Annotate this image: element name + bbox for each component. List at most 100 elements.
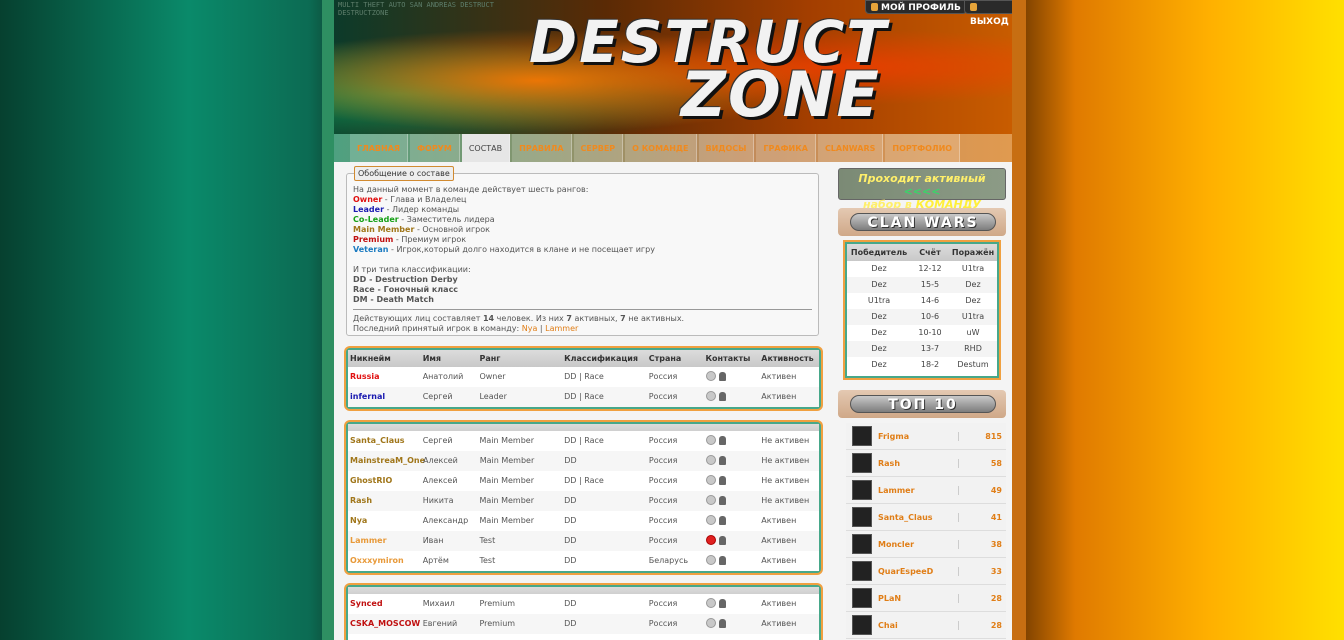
skype-icon[interactable] xyxy=(705,371,716,381)
profile-icon[interactable] xyxy=(718,619,726,628)
player-name-link[interactable]: PLaN xyxy=(878,594,958,603)
player-score: 41 xyxy=(958,512,1004,522)
rank-desc: - Основной игрок xyxy=(414,225,490,234)
nickname-link[interactable]: Rash xyxy=(348,491,423,511)
top10-row: Frigma 815 xyxy=(846,423,1006,450)
profile-icon[interactable] xyxy=(718,516,726,525)
loser: Dez xyxy=(965,296,981,305)
nav-server[interactable]: СЕРВЕР xyxy=(573,134,624,162)
rank: Main Member xyxy=(479,456,535,465)
avatar[interactable] xyxy=(852,480,872,500)
player-link[interactable]: Lammer xyxy=(545,324,578,333)
skype-icon[interactable] xyxy=(705,455,716,465)
nickname-link[interactable]: Russia xyxy=(348,367,423,387)
avatar[interactable] xyxy=(852,453,872,473)
table-body: Russia Анатолий Owner DD | Race Россия Активе… xyxy=(348,367,819,407)
skype-icon[interactable] xyxy=(705,475,716,485)
profile-icon[interactable] xyxy=(718,392,726,401)
avatar[interactable] xyxy=(852,426,872,446)
skype-icon[interactable] xyxy=(705,391,716,401)
profile-icon[interactable] xyxy=(718,456,726,465)
nav-roster[interactable]: СОСТАВ xyxy=(461,134,511,162)
profile-icon[interactable] xyxy=(718,496,726,505)
player-name-link[interactable]: Moncler xyxy=(878,540,958,549)
avatar[interactable] xyxy=(852,615,872,635)
player-name-link[interactable]: Rash xyxy=(878,459,958,468)
rank: Premium xyxy=(479,619,516,628)
real-name: Александр xyxy=(422,516,469,525)
top10-list: Frigma 815 Rash 58 Lammer 49 Santa_Claus 41 Monc… xyxy=(846,423,1006,639)
table-row: Russia Анатолий Owner DD | Race Россия Активе… xyxy=(348,367,819,387)
player-name-link[interactable]: Chai xyxy=(878,621,958,630)
country: Россия xyxy=(648,392,678,401)
nav-rules[interactable]: ПРАВИЛА xyxy=(512,134,572,162)
real-name: Анатолий xyxy=(422,372,464,381)
classification: DD | Race xyxy=(564,436,604,445)
player-score: 28 xyxy=(958,620,1004,630)
skype-icon[interactable] xyxy=(705,495,716,505)
avatar[interactable] xyxy=(852,588,872,608)
nav-forum[interactable]: ФОРУМ xyxy=(410,134,460,162)
rank-name: Owner xyxy=(353,195,383,204)
nav-graphics[interactable]: ГРАФИКА xyxy=(756,134,816,162)
my-profile-button[interactable]: МОЙ ПРОФИЛЬ xyxy=(865,0,967,14)
recruitment-banner[interactable]: Проходит активный <<<< набор в КОМАНДУ xyxy=(838,168,1006,211)
skype-icon[interactable] xyxy=(705,515,716,525)
nav-about[interactable]: О КОМАНДЕ xyxy=(625,134,697,162)
nav-videos[interactable]: ВИДОСЫ xyxy=(698,134,755,162)
nickname-link[interactable]: Synced xyxy=(348,594,423,614)
nickname-link[interactable]: Oxxxymiron xyxy=(348,551,423,571)
top10-title: ТОП 10 xyxy=(850,395,996,413)
nav-clanwars[interactable]: CLANWARS xyxy=(817,134,884,162)
skype-icon[interactable] xyxy=(705,435,716,445)
player-link[interactable]: Nya xyxy=(522,324,538,333)
nickname-link[interactable]: infernal xyxy=(348,387,423,407)
table-row: Nya Александр Main Member DD Россия Активен xyxy=(348,511,819,531)
nickname-link[interactable]: MainstreaM_One xyxy=(348,451,425,471)
player-name-link[interactable]: QuarEspeeD xyxy=(878,567,958,576)
player-name-link[interactable]: Lammer xyxy=(878,486,958,495)
contacts xyxy=(705,551,762,571)
activity-status: Активен xyxy=(761,536,797,545)
nickname-link[interactable]: Santa_Claus xyxy=(348,431,423,451)
profile-icon[interactable] xyxy=(718,536,726,545)
logout-button[interactable]: ВЫХОД xyxy=(964,0,1012,27)
rank: Main Member xyxy=(479,496,534,505)
avatar[interactable] xyxy=(852,507,872,527)
skype-icon[interactable] xyxy=(705,535,716,545)
nickname-link[interactable]: CSKA_MOSCOW xyxy=(348,614,423,634)
player-score: 58 xyxy=(958,458,1004,468)
nav-portfolio[interactable]: ПОРТФОЛИО xyxy=(885,134,961,162)
rank-name: Premium xyxy=(353,235,394,244)
nav-home[interactable]: ГЛАВНАЯ xyxy=(350,134,409,162)
top10-row: Santa_Claus 41 xyxy=(846,504,1006,531)
site-logo[interactable]: DESTRUCT ZONE xyxy=(529,8,886,131)
avatar[interactable] xyxy=(852,534,872,554)
score: 12-12 xyxy=(918,264,942,273)
profile-icon[interactable] xyxy=(718,599,726,608)
real-name: Алексей xyxy=(422,476,458,485)
col-rank: Ранг xyxy=(479,354,501,363)
nickname-link[interactable]: GhostRIO xyxy=(348,471,423,491)
skype-icon[interactable] xyxy=(705,555,716,565)
rank-name: Leader xyxy=(353,205,385,214)
player-name-link[interactable]: Frigma xyxy=(878,432,958,441)
player-name-link[interactable]: Santa_Claus xyxy=(878,513,958,522)
skype-icon[interactable] xyxy=(705,598,716,608)
lock-icon xyxy=(970,3,977,11)
profile-icon[interactable] xyxy=(718,436,726,445)
text: не активных. xyxy=(625,314,685,323)
nickname-link[interactable]: Nya xyxy=(348,511,423,531)
active-count-line: Действующих лиц составляет 14 человек. И… xyxy=(353,314,812,324)
contacts xyxy=(705,491,762,511)
profile-icon[interactable] xyxy=(718,476,726,485)
nickname-link[interactable]: Lammer xyxy=(348,531,423,551)
profile-icon[interactable] xyxy=(718,556,726,565)
rank-line: Co-Leader - Заместитель лидера xyxy=(353,215,812,225)
col-contacts: Контакты xyxy=(705,354,751,363)
main-nav: ГЛАВНАЯ ФОРУМ СОСТАВ ПРАВИЛА СЕРВЕР О КО… xyxy=(334,134,1012,162)
avatar[interactable] xyxy=(852,561,872,581)
profile-icon[interactable] xyxy=(718,372,726,381)
skype-icon[interactable] xyxy=(705,618,716,628)
real-name: Михаил xyxy=(422,599,455,608)
